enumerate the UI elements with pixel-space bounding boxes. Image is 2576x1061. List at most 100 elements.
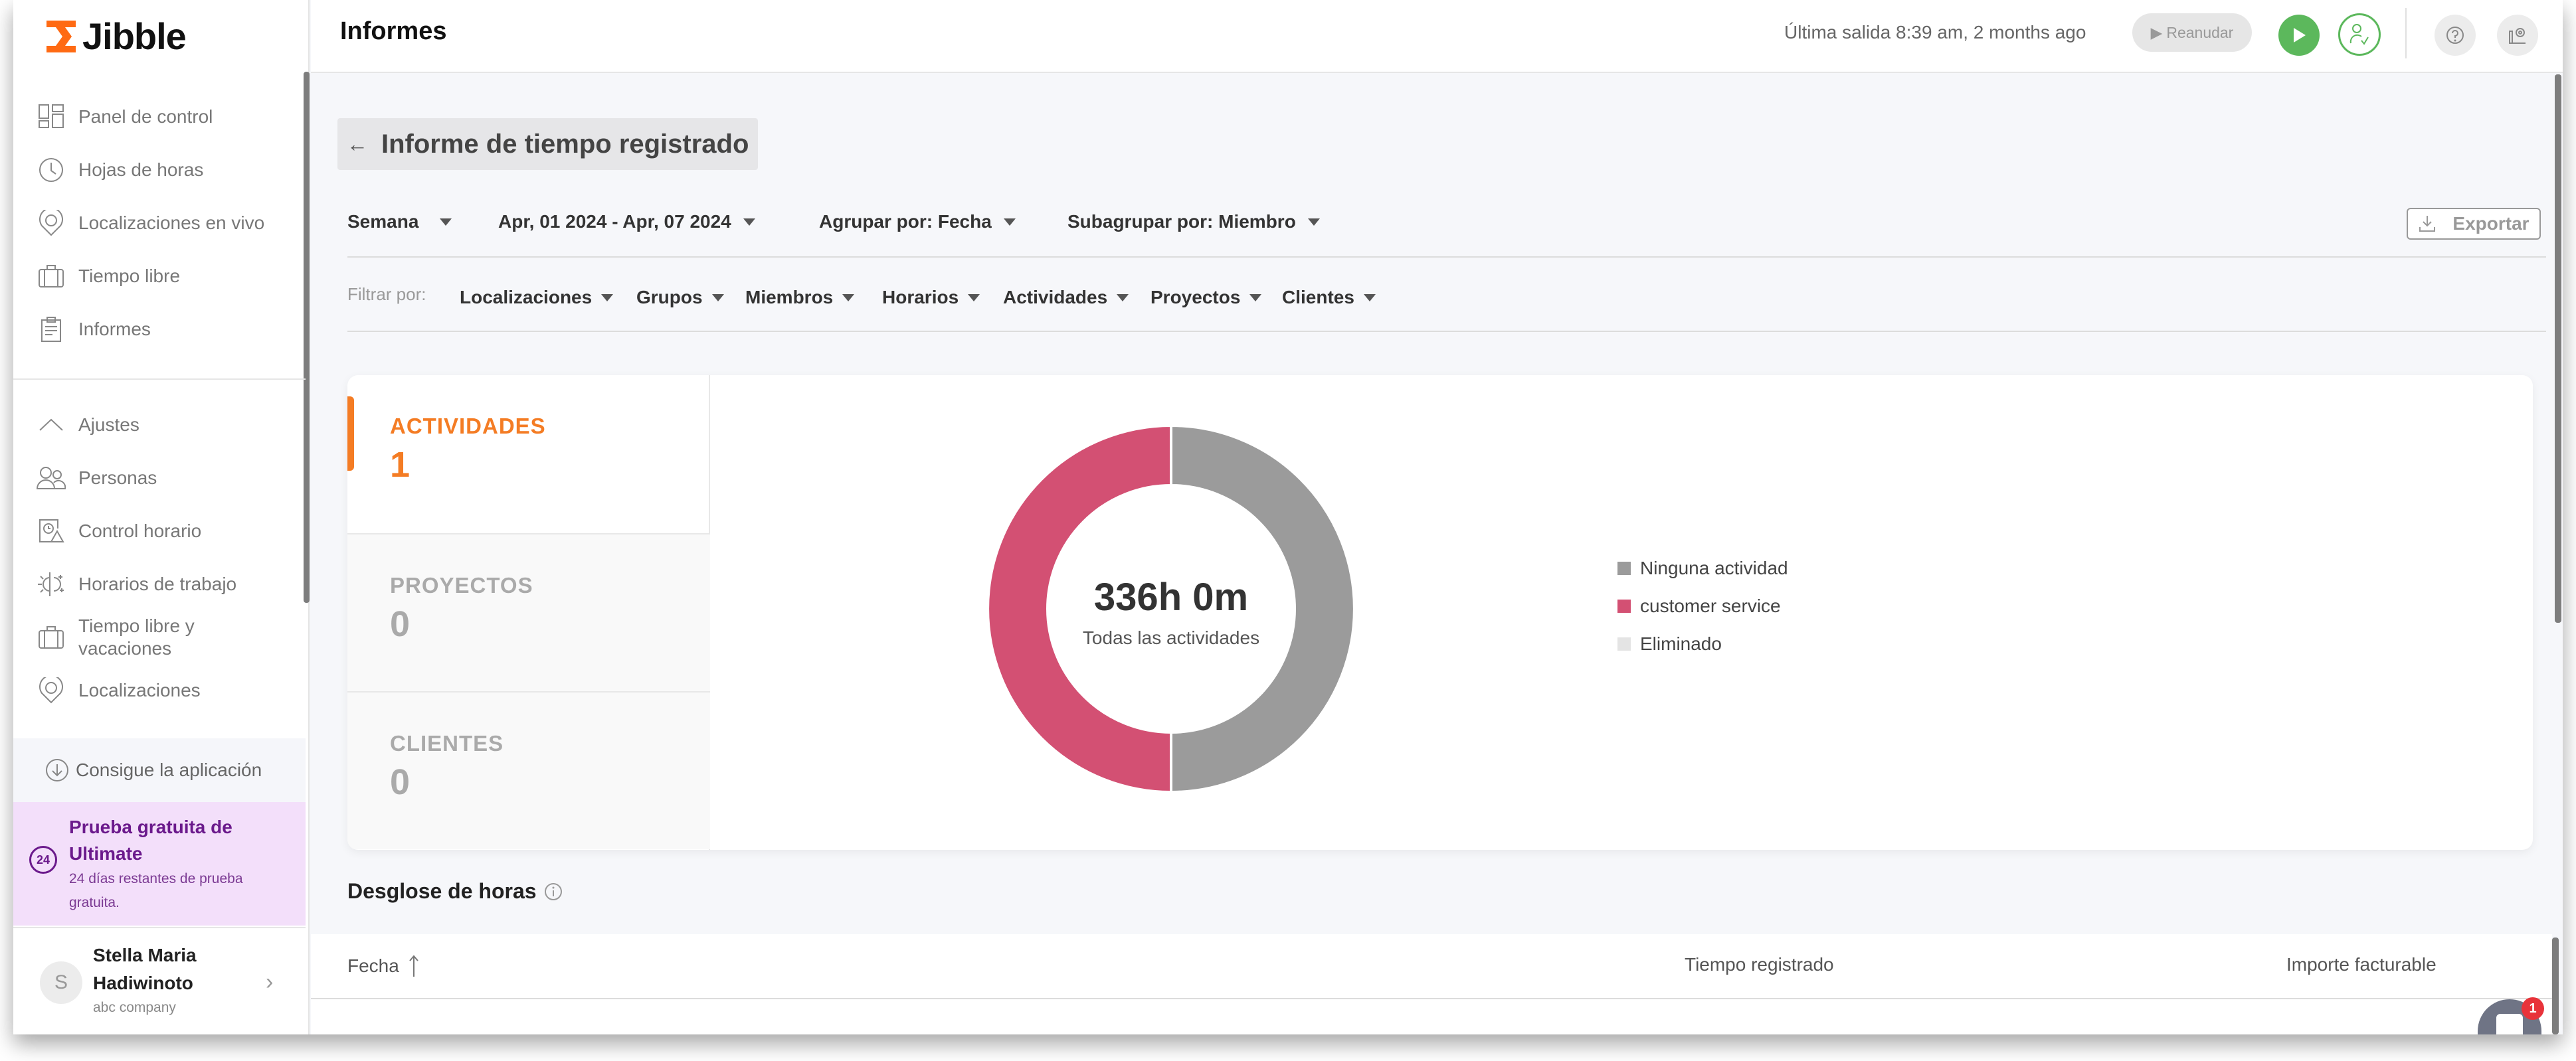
subgroup-by-dropdown[interactable]: Subagrupar por: Miembro — [1067, 211, 1320, 232]
chat-notification-badge: 1 — [2522, 997, 2544, 1020]
sidebar-scrollbar[interactable] — [304, 72, 310, 603]
resume-button[interactable]: ▶ Reanudar — [2132, 13, 2252, 52]
filter-schedules[interactable]: Horarios — [882, 287, 980, 308]
stat-label: PROYECTOS — [390, 573, 533, 598]
legend-item-deleted[interactable]: Eliminado — [1617, 625, 1788, 663]
filter-label: Localizaciones — [460, 287, 593, 307]
suitcase-icon — [36, 261, 66, 291]
filter-projects[interactable]: Proyectos — [1150, 287, 1262, 308]
caret-down-icon — [1363, 293, 1376, 301]
export-label: Exportar — [2452, 213, 2530, 234]
sidebar-item-time-tracking[interactable]: Control horario — [13, 505, 299, 558]
tab-clients[interactable]: CLIENTES 0 — [347, 691, 710, 849]
clipboard-icon — [36, 314, 66, 345]
caret-down-icon — [1117, 293, 1129, 301]
sidebar-item-locations[interactable]: Localizaciones — [13, 664, 299, 717]
tab-projects[interactable]: PROYECTOS 0 — [347, 533, 710, 691]
page-title: Informes — [340, 17, 447, 45]
legend-swatch — [1617, 637, 1631, 651]
sidebar-item-live-locations[interactable]: Localizaciones en vivo — [13, 197, 299, 250]
stat-value: 1 — [390, 445, 411, 485]
filter-label: Grupos — [636, 287, 703, 307]
filter-groups[interactable]: Grupos — [636, 287, 724, 308]
sidebar-item-time-off-holidays[interactable]: Tiempo libre y vacaciones — [13, 611, 299, 664]
map-pin-icon — [36, 675, 66, 706]
sidebar-divider — [13, 378, 306, 380]
filter-label: Horarios — [882, 287, 959, 307]
summary-tabs: ACTIVIDADES 1 PROYECTOS 0 CLIENTES 0 — [347, 375, 710, 850]
stat-value: 0 — [390, 762, 411, 802]
column-label: Tiempo registrado — [1685, 954, 1834, 975]
export-button[interactable]: Exportar — [2407, 208, 2541, 240]
last-clock-out-status: Última salida 8:39 am, 2 months ago — [1784, 22, 2086, 42]
filter-activities[interactable]: Actividades — [1003, 287, 1129, 308]
dashboard-icon — [36, 102, 66, 132]
sidebar-item-settings[interactable]: Ajustes — [13, 398, 299, 451]
sidebar-item-label: Hojas de horas — [78, 159, 204, 180]
legend-item-no-activity[interactable]: Ninguna actividad — [1617, 549, 1788, 587]
org-settings-button[interactable] — [2497, 15, 2538, 56]
filter-members[interactable]: Miembros — [745, 287, 855, 308]
suitcase-icon — [36, 622, 66, 653]
summary-card: ACTIVIDADES 1 PROYECTOS 0 CLIENTES 0 336… — [347, 375, 2533, 850]
sidebar-item-label: Horarios de trabajo — [78, 574, 237, 594]
trial-title: Prueba gratuita de Ultimate — [69, 817, 232, 864]
column-header-billable-amount[interactable]: Importe facturable — [2286, 954, 2437, 975]
stat-label: CLIENTES — [390, 731, 504, 756]
settings-gear-icon — [2509, 28, 2526, 44]
main-scrollbar[interactable] — [2555, 74, 2561, 623]
caret-down-icon — [842, 293, 855, 301]
sidebar-item-label: Ajustes — [78, 414, 139, 435]
back-to-reports-button[interactable]: ← Informe de tiempo registrado — [337, 118, 758, 170]
sidebar-item-timesheets[interactable]: Hojas de horas — [13, 143, 299, 197]
active-tab-indicator — [347, 396, 354, 471]
chart-legend: Ninguna actividad customer service Elimi… — [1617, 549, 1788, 663]
user-check-icon — [2349, 24, 2369, 45]
sidebar-item-label: Informes — [78, 319, 151, 339]
people-icon — [36, 463, 66, 493]
filter-clients[interactable]: Clientes — [1282, 287, 1376, 308]
date-range-picker[interactable]: Apr, 01 2024 - Apr, 07 2024 — [498, 211, 755, 232]
group-by-dropdown[interactable]: Agrupar por: Fecha — [819, 211, 1016, 232]
sidebar-item-people[interactable]: Personas — [13, 451, 299, 505]
sidebar-item-dashboard[interactable]: Panel de control — [13, 90, 299, 143]
kiosk-button[interactable] — [2338, 13, 2381, 56]
sidebar-item-work-schedules[interactable]: Horarios de trabajo — [13, 558, 299, 611]
report-title: Informe de tiempo registrado — [381, 129, 749, 159]
sidebar-item-label: Localizaciones — [78, 680, 201, 700]
caret-down-icon — [440, 218, 452, 226]
column-label: Importe facturable — [2286, 954, 2437, 975]
legend-label: Ninguna actividad — [1640, 557, 1788, 578]
caret-down-icon — [1249, 293, 1262, 301]
user-name: Stella Maria Hadiwinoto — [93, 945, 197, 993]
legend-item-customer-service[interactable]: customer service — [1617, 587, 1788, 625]
get-app-link[interactable]: Consigue la aplicación — [13, 738, 306, 802]
period-dropdown[interactable]: Semana — [347, 211, 452, 232]
info-icon[interactable] — [543, 882, 563, 902]
table-scrollbar[interactable] — [2552, 938, 2559, 1034]
tab-activities[interactable]: ACTIVIDADES 1 — [347, 375, 710, 533]
column-header-date[interactable]: Fecha — [347, 954, 419, 978]
sidebar-item-time-off[interactable]: Tiempo libre — [13, 250, 299, 303]
trial-subtitle: 24 días restantes de prueba gratuita. — [69, 871, 243, 910]
column-header-tracked-time[interactable]: Tiempo registrado — [1685, 954, 1834, 975]
trial-days-badge: 24 — [29, 846, 57, 874]
trial-banner[interactable]: 24 Prueba gratuita de Ultimate 24 días r… — [13, 802, 306, 926]
jibble-logo[interactable]: Jibble — [45, 15, 187, 58]
primary-nav: Panel de control Hojas de horas Localiza… — [13, 90, 299, 356]
period-value: Semana — [347, 211, 419, 232]
filter-locations[interactable]: Localizaciones — [460, 287, 614, 308]
day-night-icon — [36, 569, 66, 600]
user-profile[interactable]: S Stella Maria Hadiwinoto abc company › — [13, 927, 306, 1033]
clock-in-button[interactable] — [2278, 15, 2320, 56]
caret-down-icon — [1003, 218, 1016, 226]
hours-breakdown-table: Fecha Tiempo registrado Importe facturab… — [311, 934, 2552, 1034]
sidebar-item-label: Control horario — [78, 521, 202, 541]
sidebar-item-reports[interactable]: Informes — [13, 303, 299, 356]
caret-down-icon — [1307, 218, 1320, 226]
app-name: Jibble — [82, 15, 187, 57]
controls-divider — [347, 256, 2546, 258]
help-button[interactable] — [2435, 15, 2476, 56]
download-circle-icon — [46, 759, 68, 781]
map-pin-icon — [36, 208, 66, 238]
